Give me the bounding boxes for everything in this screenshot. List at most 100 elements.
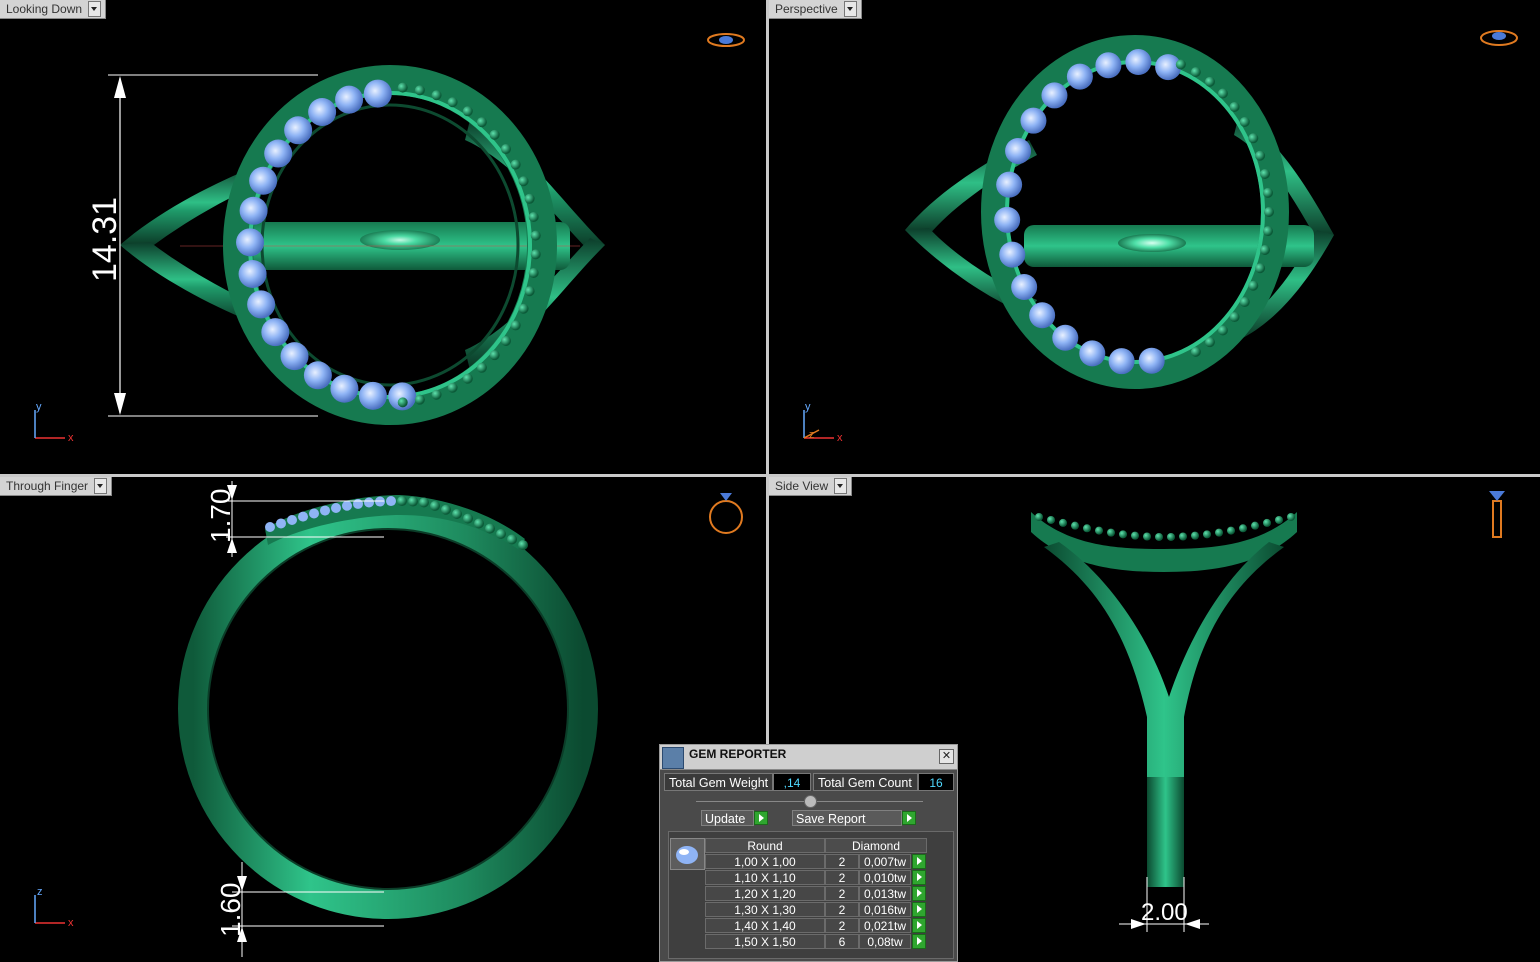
gem-size-cell: 1,00 X 1,00: [705, 854, 825, 869]
halo-gem: [1011, 274, 1038, 300]
halo-gem: [330, 374, 359, 403]
viewport-title: Looking Down: [6, 2, 83, 16]
side-bead: [1251, 521, 1259, 530]
halo-bead: [1217, 88, 1228, 99]
halo-bead: [1263, 226, 1274, 237]
close-icon[interactable]: ✕: [939, 749, 954, 764]
top-bead: [507, 534, 517, 545]
halo-bead: [1204, 337, 1215, 348]
side-bead: [1263, 518, 1271, 527]
chevron-down-icon[interactable]: [843, 1, 857, 17]
gem-table: Round Diamond 1,00 X 1,00 2 0,007tw 1,10 X …: [668, 831, 954, 959]
halo-bead: [518, 176, 529, 187]
total-gem-count-value: 16: [918, 773, 954, 791]
viewport-looking-down[interactable]: 14.31 x y Looking Down: [0, 0, 766, 474]
viewport-menu-looking-down[interactable]: Looking Down: [0, 0, 107, 19]
halo-bead: [476, 362, 487, 373]
viewport-menu-side-view[interactable]: Side View: [769, 477, 853, 496]
viewport-perspective[interactable]: x y z Perspective: [769, 0, 1540, 474]
select-gem-row-play-icon[interactable]: [912, 870, 926, 885]
halo-gem: [308, 98, 337, 127]
halo-bead: [500, 144, 511, 155]
chevron-down-icon[interactable]: [94, 478, 108, 494]
view-navigator-icon[interactable]: [709, 493, 743, 534]
halo-gem: [284, 116, 313, 145]
round-gem-thumbnail-icon[interactable]: [670, 838, 705, 870]
gem-reporter-panel[interactable]: GEM REPORTER ✕ Total Gem Weight ,14 Tota…: [659, 744, 958, 962]
update-button[interactable]: Update: [701, 810, 754, 826]
side-bead: [1287, 513, 1295, 521]
top-bead: [397, 496, 407, 507]
axis-x-label: x: [837, 432, 843, 444]
view-navigator-icon[interactable]: [1489, 491, 1505, 538]
halo-gem: [1095, 52, 1122, 79]
save-report-play-icon[interactable]: [902, 811, 916, 825]
top-bead: [331, 502, 341, 513]
top-bead: [353, 498, 363, 509]
side-bead: [1179, 532, 1187, 541]
chevron-down-icon[interactable]: [834, 478, 848, 494]
top-bead: [518, 540, 528, 550]
gem-size-cell: 1,50 X 1,50: [705, 934, 825, 949]
halo-bead: [510, 320, 521, 331]
top-bead: [309, 508, 319, 519]
view-navigator-icon[interactable]: [707, 33, 745, 47]
viewport-menu-perspective[interactable]: Perspective: [769, 0, 862, 19]
side-bead: [1155, 532, 1163, 541]
gem-count-cell: 2: [825, 902, 859, 917]
gem-count-cell: 2: [825, 918, 859, 933]
gem-weight-cell: 0,016tw: [859, 902, 911, 917]
side-bead: [1035, 513, 1043, 521]
select-gem-row-play-icon[interactable]: [912, 918, 926, 933]
view-navigator-icon[interactable]: [1480, 30, 1518, 46]
select-gem-row-play-icon[interactable]: [912, 854, 926, 869]
top-bead: [485, 523, 495, 534]
halo-bead: [1229, 312, 1240, 323]
halo-gem: [280, 342, 309, 371]
update-play-icon[interactable]: [754, 811, 768, 825]
halo-bead: [489, 129, 500, 140]
save-report-button[interactable]: Save Report: [792, 810, 902, 826]
halo-bead: [1260, 169, 1271, 180]
halo-gem: [239, 196, 268, 225]
halo-bead: [524, 193, 535, 204]
viewport-through-finger[interactable]: 1.70 1.60 x z Through Finger: [0, 477, 766, 962]
chevron-down-icon[interactable]: [88, 1, 102, 17]
halo-bead: [500, 335, 511, 346]
halo-gem: [1066, 63, 1093, 90]
side-bead: [1167, 532, 1175, 541]
viewport-title: Side View: [775, 479, 829, 493]
collapse-knob-icon[interactable]: [804, 795, 817, 808]
top-bead: [364, 497, 374, 508]
ring-top-render: 14.31 x y: [34, 33, 745, 444]
side-bead: [1227, 526, 1235, 535]
halo-bead: [1248, 280, 1259, 291]
side-bead: [1047, 515, 1055, 524]
halo-gem: [996, 171, 1023, 198]
gem-reporter-titlebar[interactable]: GEM REPORTER ✕: [660, 745, 957, 770]
halo-gem: [1005, 137, 1032, 164]
side-bead: [1059, 518, 1067, 527]
gem-count-cell: 2: [825, 870, 859, 885]
gem-weight-cell: 0,08tw: [859, 934, 911, 949]
side-bead: [1143, 532, 1151, 541]
select-gem-row-play-icon[interactable]: [912, 886, 926, 901]
halo-bead: [1229, 101, 1240, 112]
viewport-menu-through-finger[interactable]: Through Finger: [0, 477, 113, 496]
halo-bead: [524, 286, 535, 297]
dimension-top-thickness: 1.70: [205, 489, 236, 544]
top-bead: [386, 496, 396, 507]
halo-bead: [528, 267, 539, 278]
dimension-height: 14.31: [86, 197, 124, 282]
top-bead: [463, 513, 473, 524]
select-gem-row-play-icon[interactable]: [912, 934, 926, 949]
halo-bead: [1263, 187, 1274, 198]
halo-bead: [1217, 325, 1228, 336]
side-bead: [1095, 526, 1103, 535]
gem-reporter-title: GEM REPORTER: [689, 747, 787, 761]
top-bead: [408, 496, 418, 507]
halo-bead: [1248, 133, 1259, 144]
select-gem-row-play-icon[interactable]: [912, 902, 926, 917]
halo-bead: [414, 394, 425, 405]
total-gem-weight-value: ,14: [773, 773, 811, 791]
